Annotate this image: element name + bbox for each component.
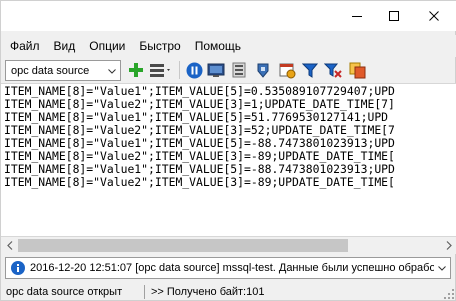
security-button[interactable]	[253, 60, 273, 80]
minimize-button[interactable]	[338, 1, 376, 31]
pause-icon	[186, 62, 202, 78]
title-bar	[1, 1, 456, 31]
info-icon	[9, 259, 27, 277]
copy-button[interactable]	[347, 60, 367, 80]
schedule-icon	[279, 63, 295, 78]
menu-view[interactable]: Вид	[54, 37, 76, 55]
scroll-right-button[interactable]	[440, 237, 456, 254]
filter-button[interactable]	[300, 60, 320, 80]
source-select[interactable]: opc data source	[5, 60, 121, 81]
message-text: 2016-12-20 12:51:07 [opc data source] ms…	[30, 262, 436, 274]
filter-icon	[301, 63, 318, 78]
source-select-value: opc data source	[11, 64, 90, 77]
status-bytes: >> Получено байт:101	[151, 286, 265, 298]
chevron-left-icon	[6, 241, 12, 250]
chevron-right-icon	[446, 241, 452, 250]
monitor-icon	[207, 63, 225, 77]
maximize-button[interactable]	[375, 1, 413, 31]
scroll-thumb[interactable]	[18, 239, 348, 252]
status-bar: opc data source открыт >> Получено байт:…	[1, 282, 456, 301]
list-options-button[interactable]	[148, 60, 174, 80]
horizontal-scrollbar[interactable]	[1, 237, 456, 254]
chevron-down-icon[interactable]	[434, 258, 450, 278]
toolbar-separator	[179, 61, 180, 79]
database-icon	[232, 62, 246, 78]
resize-grip-icon[interactable]	[443, 288, 455, 300]
menu-file[interactable]: Файл	[10, 37, 40, 55]
schedule-button[interactable]	[277, 60, 297, 80]
menu-options[interactable]: Опции	[89, 37, 125, 55]
pause-button[interactable]	[184, 60, 204, 80]
filter-clear-button[interactable]	[323, 60, 343, 80]
menu-quick[interactable]: Быстро	[139, 37, 180, 55]
add-button[interactable]	[126, 60, 146, 80]
toolbar: opc data source	[1, 59, 456, 83]
message-select[interactable]: 2016-12-20 12:51:07 [opc data source] ms…	[5, 257, 451, 279]
copy-icon	[349, 62, 365, 78]
filter-clear-icon	[324, 63, 342, 78]
close-icon	[429, 11, 439, 21]
log-line: ITEM_NAME[8]="Value2";ITEM_VALUE[3]=-89;…	[4, 175, 395, 189]
chevron-down-icon	[106, 64, 118, 78]
add-icon	[129, 63, 143, 77]
maximize-icon	[389, 11, 399, 21]
menu-bar: Файл Вид Опции Быстро Помощь	[1, 35, 456, 57]
monitor-button[interactable]	[206, 60, 226, 80]
status-divider	[144, 285, 145, 299]
status-connection: opc data source открыт	[6, 286, 123, 298]
menu-help[interactable]: Помощь	[195, 37, 241, 55]
list-options-icon	[150, 64, 170, 77]
shield-icon	[257, 63, 269, 78]
storage-button[interactable]	[229, 60, 249, 80]
app-window: Файл Вид Опции Быстро Помощь opc data so…	[0, 0, 456, 301]
log-view[interactable]: ITEM_NAME[8]="Value1";ITEM_VALUE[5]=0.53…	[1, 83, 456, 237]
minimize-icon	[352, 16, 362, 17]
close-button[interactable]	[415, 1, 453, 31]
scroll-left-button[interactable]	[1, 237, 18, 254]
